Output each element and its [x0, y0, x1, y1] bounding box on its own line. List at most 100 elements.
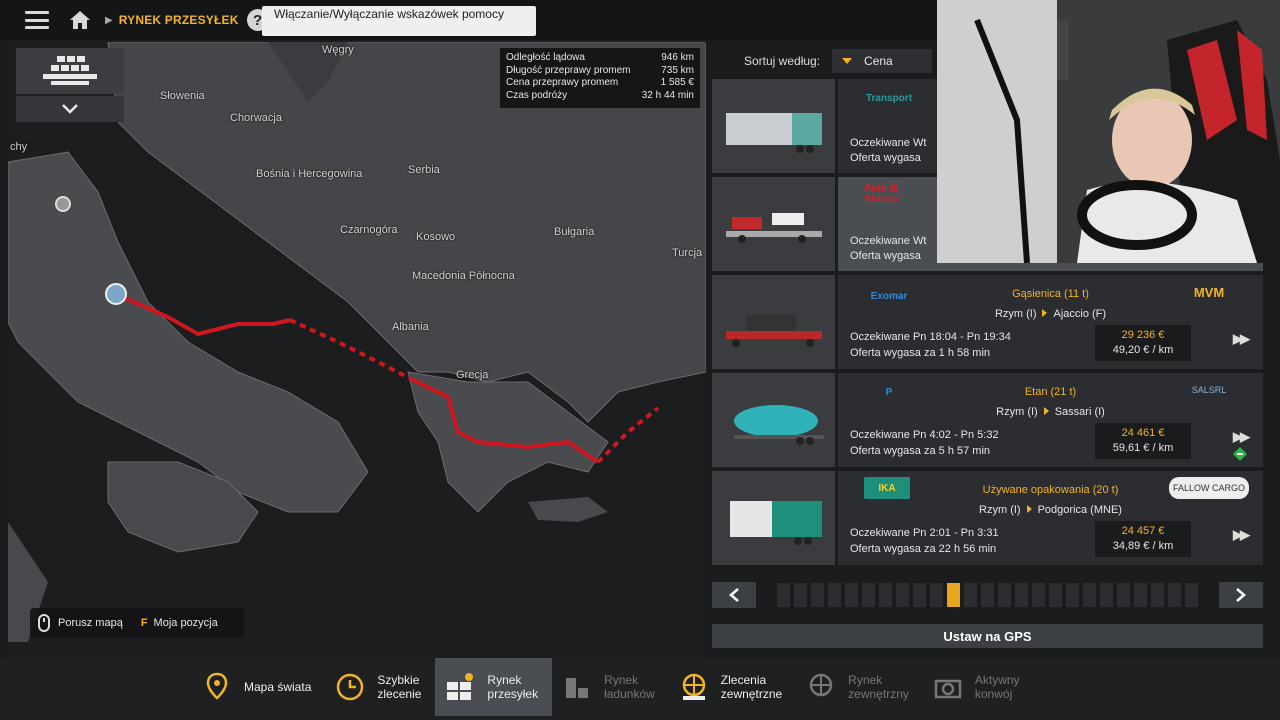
page-cell[interactable] — [1185, 583, 1198, 607]
offer-expected: Oczekiwane Wt — [850, 137, 927, 149]
prev-page-button[interactable] — [712, 582, 756, 608]
tab-label: Aktywny konwój — [975, 673, 1020, 701]
menu-icon[interactable] — [25, 11, 49, 29]
chevron-right-icon — [1236, 588, 1246, 602]
tab-label-line2: ładunków — [604, 687, 655, 701]
layers-icon — [43, 56, 97, 85]
page-cell[interactable] — [862, 583, 875, 607]
offer-expires: Oferta wygasa za 5 h 57 min — [850, 445, 991, 457]
sort-dropdown[interactable]: Cena — [832, 49, 933, 73]
help-tooltip: Włączanie/Wyłączanie wskazówek pomocy — [262, 6, 536, 36]
page-cell[interactable] — [794, 583, 807, 607]
tab-active-convoy[interactable]: Aktywny konwój — [923, 658, 1034, 716]
company-logo: Transport — [865, 92, 913, 104]
collapse-button[interactable] — [16, 96, 124, 122]
tab-label-line2: zlecenie — [377, 687, 422, 701]
page-cell[interactable] — [896, 583, 909, 607]
page-cell[interactable] — [1134, 583, 1147, 607]
sort-bar: Sortuj według: Cena — [712, 48, 937, 74]
map-label-partial: chy — [10, 141, 28, 153]
offer-item[interactable]: IKA Używane opakowania (20 t) Rzym (I) Po… — [712, 471, 1263, 565]
map-label-north-macedonia: Macedonia Północna — [412, 270, 515, 282]
chevron-left-icon — [729, 588, 739, 602]
route-arrow-icon — [1026, 505, 1032, 513]
info-value: 32 h 44 min — [641, 89, 694, 101]
route-from: Rzym (I) — [996, 406, 1038, 418]
tab-external-market[interactable]: Rynek zewnętrzny — [796, 658, 923, 716]
offer-item[interactable]: P Etan (21 t) Rzym (I) Sassari (I) Oczeki… — [712, 373, 1263, 467]
trailer-image — [712, 471, 835, 565]
page-cell[interactable] — [1032, 583, 1045, 607]
offer-details: Exomar Gąsienica (11 t) Rzym (I) Ajaccio … — [838, 275, 1263, 369]
info-row: Czas podróży 32 h 44 min — [506, 90, 694, 103]
page-cell[interactable] — [1168, 583, 1181, 607]
offer-item[interactable]: Exomar Gąsienica (11 t) Rzym (I) Ajaccio … — [712, 275, 1263, 369]
offer-expires: Oferta wygasa — [850, 250, 921, 262]
hint-position-label[interactable]: Moja pozycja — [154, 617, 218, 629]
home-icon[interactable] — [69, 10, 91, 30]
page-cell[interactable] — [828, 583, 841, 607]
tab-freight-market[interactable]: Rynek przesyłek — [435, 658, 553, 716]
page-cell-active[interactable] — [947, 583, 960, 607]
map-label-greece: Grecja — [456, 369, 489, 381]
route-arrow-icon — [1043, 407, 1049, 415]
map-hint-bar: Porusz mapą F Moja pozycja — [30, 608, 244, 638]
map-layers-button[interactable] — [16, 48, 124, 94]
tab-label: Rynek przesyłek — [487, 673, 538, 701]
next-page-button[interactable] — [1219, 582, 1263, 608]
route-from: Rzym (I) — [994, 308, 1037, 320]
info-row: Długość przeprawy promem 735 km — [506, 65, 694, 78]
tab-label-line1: Rynek — [604, 673, 639, 687]
tab-quick-job[interactable]: Szybkie zlecenie — [325, 658, 435, 716]
client-logo: MVM — [1193, 284, 1225, 300]
tab-cargo-market[interactable]: Rynek ładunków — [552, 658, 669, 716]
page-cell[interactable] — [913, 583, 926, 607]
page-cell[interactable] — [879, 583, 892, 607]
globe-market-icon — [809, 673, 833, 697]
page-cell[interactable] — [930, 583, 943, 607]
page-cell[interactable] — [1100, 583, 1113, 607]
page-cell[interactable] — [811, 583, 824, 607]
tab-label-line2: konwój — [974, 687, 1013, 701]
page-cell[interactable] — [1083, 583, 1096, 607]
fast-forward-icon[interactable]: ▶▶ — [1233, 429, 1250, 445]
tab-external-contracts[interactable]: Zlecenia zewnętrzne — [669, 658, 796, 716]
hint-move-label: Porusz mapą — [58, 617, 123, 629]
offer-price: 24 457 € — [1121, 525, 1165, 537]
map-pin-icon — [206, 672, 228, 700]
page-cell[interactable] — [998, 583, 1011, 607]
sort-label: Sortuj według: — [744, 54, 821, 68]
breadcrumb[interactable]: RYNEK PRZESYŁEK — [119, 13, 239, 27]
client-logo: FALLOW CARGO — [1169, 477, 1249, 499]
company-logo: Auto di Alonso — [864, 183, 899, 205]
info-value: 735 km — [661, 64, 694, 76]
set-gps-button[interactable]: Ustaw na GPS — [712, 624, 1263, 648]
world-map[interactable]: Węgry Słowenia Chorwacja Bośnia i Herceg… — [8, 42, 706, 658]
map-canvas — [8, 42, 706, 658]
offer-expected: Oczekiwane Pn 2:01 - Pn 3:31 — [850, 527, 999, 539]
page-cell[interactable] — [1151, 583, 1164, 607]
offer-expected: Oczekiwane Pn 4:02 - Pn 5:32 — [850, 429, 999, 441]
page-cell[interactable] — [845, 583, 858, 607]
page-cell[interactable] — [1015, 583, 1028, 607]
info-label: Odległość lądowa — [506, 52, 585, 63]
price-box: 29 236 € 49,20 € / km — [1095, 325, 1191, 361]
page-cell[interactable] — [777, 583, 790, 607]
info-label: Czas podróży — [506, 89, 568, 101]
page-cell[interactable] — [1049, 583, 1062, 607]
fast-forward-icon[interactable]: ▶▶ — [1233, 527, 1250, 543]
tab-label: Rynek zewnętrzny — [848, 673, 909, 701]
route-to: Ajaccio (F) — [1053, 308, 1107, 320]
offer-route: Rzym (I) Ajaccio (F) — [838, 308, 1263, 320]
tab-label-line1: Rynek — [487, 673, 522, 687]
page-cell[interactable] — [1066, 583, 1079, 607]
fast-forward-icon[interactable]: ▶▶ — [1233, 331, 1250, 347]
globe-icon — [682, 673, 706, 700]
route-to: Podgorica (MNE) — [1037, 504, 1122, 516]
tab-world-map[interactable]: Mapa świata — [192, 658, 325, 716]
page-cell[interactable] — [964, 583, 977, 607]
page-cell[interactable] — [981, 583, 994, 607]
tab-label: Rynek ładunków — [604, 673, 655, 701]
hint-key: F — [140, 617, 148, 629]
page-cell[interactable] — [1117, 583, 1130, 607]
